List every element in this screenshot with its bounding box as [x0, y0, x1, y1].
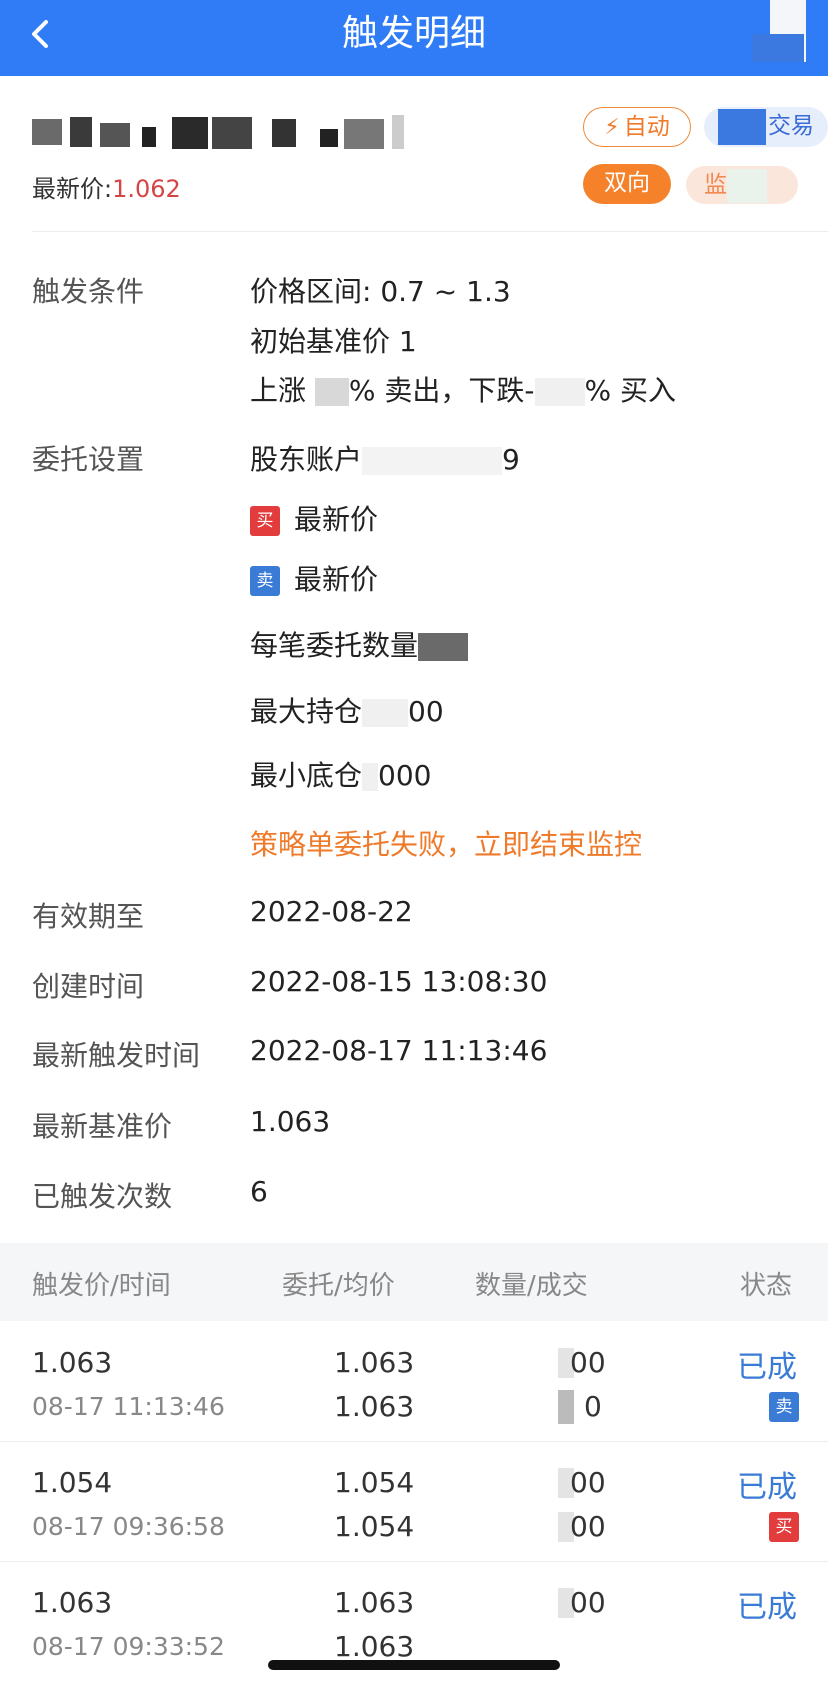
redaction-block — [718, 108, 766, 145]
trigger-price: 1.063 — [32, 1346, 113, 1379]
app-header: 触发明细 — [0, 0, 828, 76]
redaction-block — [727, 168, 767, 203]
valid-until-label: 有效期至 — [32, 900, 145, 933]
qty-per-order: 每笔委托数量 — [250, 624, 469, 664]
filled-qty: 00 — [570, 1510, 606, 1543]
grid-rule-part: % 卖出，下跌- — [348, 374, 535, 407]
sell-badge: 卖 — [769, 1392, 799, 1422]
monitor-tag-label: 监 — [704, 172, 727, 198]
initial-base-price: 初始基准价 1 — [250, 325, 417, 358]
redaction-block — [558, 1390, 574, 1424]
trigger-count-value: 6 — [250, 1175, 268, 1208]
latest-price: 最新价:1.062 — [32, 169, 181, 204]
col-status: 状态 — [740, 1271, 793, 1301]
account-suffix: 9 — [502, 443, 520, 476]
buy-price-setting: 买最新价 — [250, 498, 378, 538]
trade-tag-label: 交易 — [768, 113, 814, 139]
min-position-value: 000 — [378, 759, 432, 792]
order-setting-label: 委托设置 — [32, 443, 145, 476]
sell-price: 最新价 — [294, 563, 379, 596]
latest-price-value: 1.062 — [112, 175, 181, 203]
dual-direction-tag: 双向 — [583, 164, 671, 204]
grid-rule: 上涨 % 卖出，下跌- % 买入 — [250, 369, 676, 409]
grid-rule-part: % 买入 — [584, 374, 677, 407]
auto-tag-label: 自动 — [623, 114, 670, 140]
grid-rule-part: 上涨 — [250, 374, 315, 407]
lightning-icon: ⚡ — [604, 115, 620, 140]
sell-price-setting: 卖最新价 — [250, 558, 378, 598]
table-row[interactable]: 1.054 08-17 09:36:58 1.054 1.054 00 00 已… — [0, 1442, 828, 1562]
trigger-condition-label: 触发条件 — [32, 275, 145, 308]
redaction-block — [362, 699, 409, 727]
divider — [32, 231, 828, 232]
col-order-avg-price: 委托/均价 — [282, 1271, 395, 1301]
table-row[interactable]: 1.063 08-17 11:13:46 1.063 1.063 00 0 已成… — [0, 1322, 828, 1442]
max-position-value: 00 — [408, 695, 444, 728]
col-trigger-price-time: 触发价/时间 — [32, 1271, 171, 1301]
trigger-count-label: 已触发次数 — [32, 1180, 173, 1213]
home-indicator — [268, 1660, 560, 1670]
latest-base-value: 1.063 — [250, 1105, 331, 1138]
order-qty: 00 — [570, 1586, 606, 1619]
trigger-time: 08-17 11:13:46 — [32, 1392, 225, 1421]
order-qty: 00 — [570, 1346, 606, 1379]
avg-price: 1.063 — [334, 1630, 415, 1663]
min-position: 最小底仓 000 — [250, 754, 431, 794]
price-range: 价格区间: 0.7 ~ 1.3 — [250, 275, 511, 308]
redaction-block — [362, 763, 379, 791]
latest-trigger-label: 最新触发时间 — [32, 1039, 201, 1072]
redaction-block — [418, 633, 469, 661]
latest-price-label: 最新价: — [32, 175, 113, 203]
order-qty: 00 — [570, 1466, 606, 1499]
monitor-tag: 监 — [686, 166, 798, 204]
trigger-table-header: 触发价/时间 委托/均价 数量/成交 状态 — [0, 1243, 828, 1321]
account-label: 股东账户 — [250, 443, 363, 476]
order-price: 1.063 — [334, 1586, 415, 1619]
avg-price: 1.063 — [334, 1390, 415, 1423]
trigger-price: 1.054 — [32, 1466, 113, 1499]
min-position-label: 最小底仓 — [250, 759, 363, 792]
max-position-label: 最大持仓 — [250, 695, 363, 728]
redaction-block — [362, 447, 503, 475]
trigger-price: 1.063 — [32, 1586, 113, 1619]
failure-note: 策略单委托失败，立即结束监控 — [250, 828, 643, 861]
buy-badge: 买 — [250, 506, 280, 536]
filled-qty: 0 — [584, 1390, 602, 1423]
avg-price: 1.054 — [334, 1510, 415, 1543]
max-position: 最大持仓 00 — [250, 690, 444, 730]
page-title: 触发明细 — [341, 13, 486, 54]
buy-badge: 买 — [769, 1512, 799, 1542]
status-badge: 已成 — [737, 1350, 797, 1385]
qty-per-order-label: 每笔委托数量 — [250, 629, 419, 662]
stock-name-redacted — [32, 113, 404, 151]
sell-badge: 卖 — [250, 566, 280, 596]
trigger-time: 08-17 09:36:58 — [32, 1512, 225, 1541]
valid-until-value: 2022-08-22 — [250, 895, 413, 928]
redaction-block — [314, 378, 349, 406]
created-time-label: 创建时间 — [32, 970, 145, 1003]
buy-price: 最新价 — [294, 503, 379, 536]
status-badge: 已成 — [737, 1470, 797, 1505]
trigger-time: 08-17 09:33:52 — [32, 1632, 225, 1661]
trade-type-tag: 交易 — [704, 107, 828, 147]
order-price: 1.063 — [334, 1346, 415, 1379]
shareholder-account: 股东账户 9 — [250, 438, 520, 478]
redaction-block — [752, 34, 804, 62]
redaction-block — [534, 378, 585, 406]
status-badge: 已成 — [737, 1590, 797, 1625]
col-qty-filled: 数量/成交 — [475, 1271, 588, 1301]
order-price: 1.054 — [334, 1466, 415, 1499]
auto-tag: ⚡ 自动 — [583, 107, 691, 147]
created-time-value: 2022-08-15 13:08:30 — [250, 965, 548, 998]
latest-trigger-value: 2022-08-17 11:13:46 — [250, 1034, 548, 1067]
latest-base-label: 最新基准价 — [32, 1110, 173, 1143]
